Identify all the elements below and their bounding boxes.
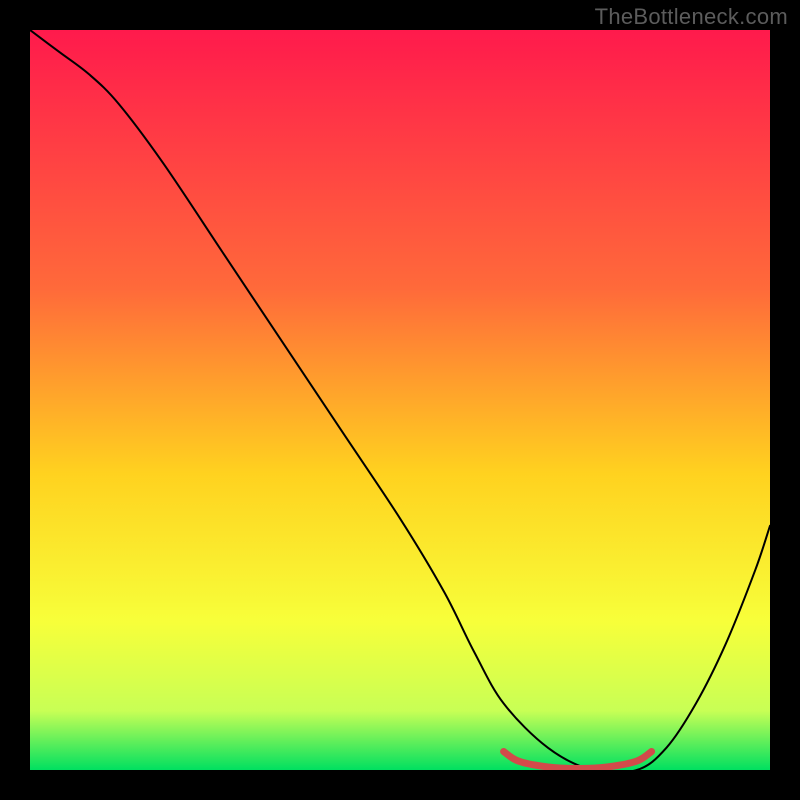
- watermark-text: TheBottleneck.com: [595, 4, 788, 30]
- chart-plot-area: [30, 30, 770, 770]
- chart-background: [30, 30, 770, 770]
- chart-frame: TheBottleneck.com: [0, 0, 800, 800]
- chart-svg: [30, 30, 770, 770]
